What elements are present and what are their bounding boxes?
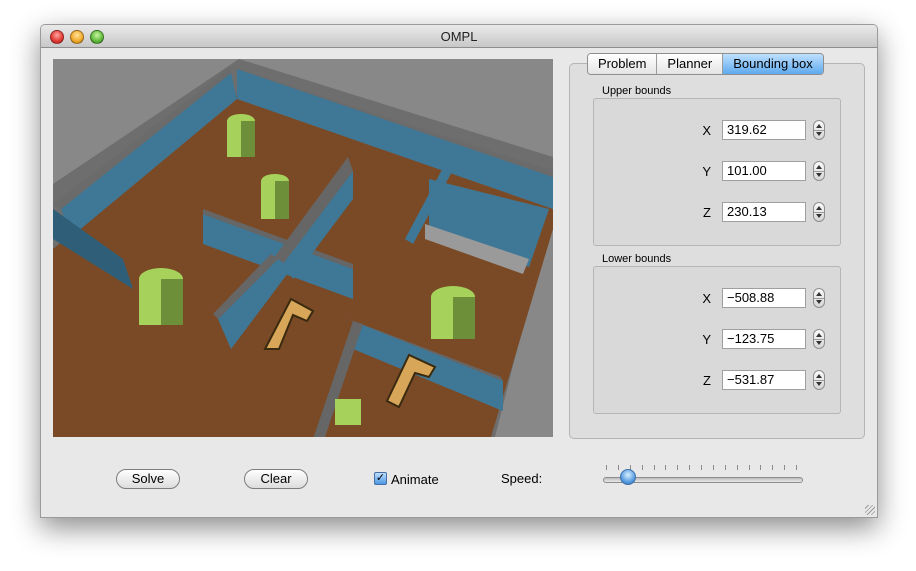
title-bar[interactable]: OMPL bbox=[41, 25, 877, 48]
window-title: OMPL bbox=[440, 29, 478, 44]
slider-tick bbox=[748, 465, 750, 470]
speed-label: Speed: bbox=[501, 471, 543, 486]
slider-tick bbox=[665, 465, 667, 470]
upper-y-stepper[interactable] bbox=[813, 161, 825, 181]
upper-z-stepper[interactable] bbox=[813, 202, 825, 222]
slider-tick bbox=[772, 465, 774, 470]
slider-tick bbox=[784, 465, 786, 470]
speed-slider-ticks bbox=[606, 465, 797, 471]
slider-tick bbox=[736, 465, 738, 470]
slider-tick bbox=[701, 465, 702, 470]
lower-x-label: X bbox=[702, 291, 711, 306]
slider-tick bbox=[689, 465, 691, 470]
tab-bar: Problem Planner Bounding box bbox=[587, 53, 824, 75]
slider-tick bbox=[617, 465, 619, 470]
lower-y-stepper[interactable] bbox=[813, 329, 825, 349]
tab-planner[interactable]: Planner bbox=[657, 54, 724, 74]
upper-x-field[interactable]: 319.62 bbox=[722, 120, 806, 140]
animate-checkbox[interactable]: ✓ bbox=[374, 472, 387, 485]
slider-tick bbox=[606, 465, 607, 470]
slider-tick bbox=[641, 465, 643, 470]
app-window: OMPL Problem Planner Bounding box Upper … bbox=[40, 24, 878, 518]
upper-y-label: Y bbox=[702, 164, 711, 179]
slider-tick bbox=[796, 465, 797, 470]
tab-bounding-box[interactable]: Bounding box bbox=[723, 54, 823, 74]
slider-tick bbox=[724, 465, 726, 470]
slider-tick bbox=[760, 465, 762, 470]
lower-x-stepper[interactable] bbox=[813, 288, 825, 308]
clear-button[interactable]: Clear bbox=[244, 469, 308, 489]
upper-z-field[interactable]: 230.13 bbox=[722, 202, 806, 222]
solve-button[interactable]: Solve bbox=[116, 469, 180, 489]
lower-z-stepper[interactable] bbox=[813, 370, 825, 390]
upper-bounds-label: Upper bounds bbox=[602, 85, 672, 97]
lower-y-label: Y bbox=[702, 332, 711, 347]
upper-y-field[interactable]: 101.00 bbox=[722, 161, 806, 181]
lower-x-field[interactable]: −508.88 bbox=[722, 288, 806, 308]
upper-x-label: X bbox=[702, 123, 711, 138]
upper-x-stepper[interactable] bbox=[813, 120, 825, 140]
lower-z-field[interactable]: −531.87 bbox=[722, 370, 806, 390]
3d-scene-view[interactable] bbox=[53, 59, 553, 437]
slider-tick bbox=[677, 465, 679, 470]
resize-grip[interactable] bbox=[865, 505, 875, 515]
lower-z-label: Z bbox=[703, 373, 711, 388]
lower-y-field[interactable]: −123.75 bbox=[722, 329, 806, 349]
slider-tick bbox=[712, 465, 714, 470]
animate-label: Animate bbox=[391, 472, 439, 487]
tab-problem[interactable]: Problem bbox=[588, 54, 658, 74]
lower-bounds-label: Lower bounds bbox=[602, 253, 672, 265]
slider-tick bbox=[653, 465, 655, 470]
speed-slider-thumb[interactable] bbox=[620, 469, 636, 485]
upper-z-label: Z bbox=[703, 205, 711, 220]
